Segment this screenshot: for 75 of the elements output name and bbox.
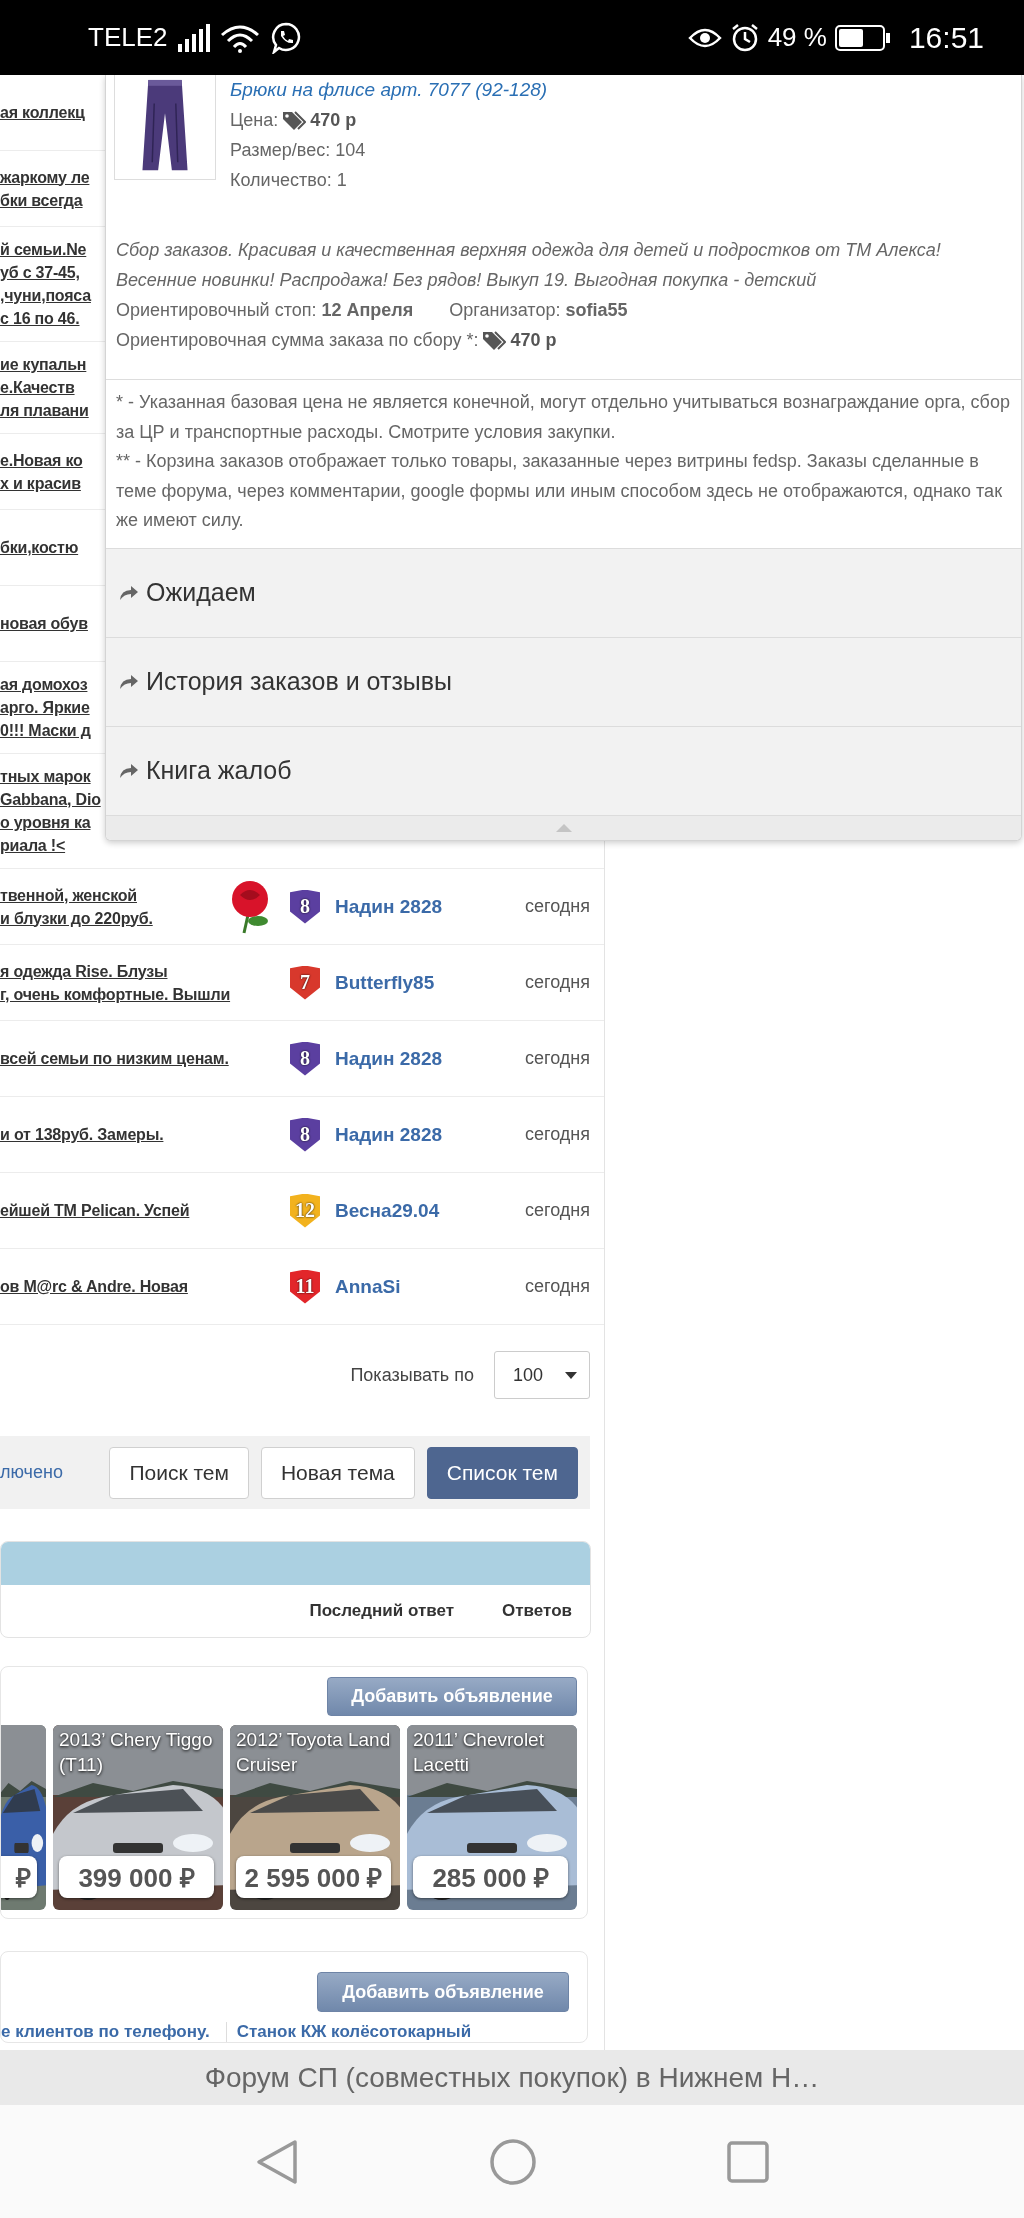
rank-badge: 11 (290, 1269, 320, 1304)
author-link[interactable]: Надин 2828 (335, 1047, 525, 1070)
column-header: Последний ответ (309, 1601, 455, 1621)
battery-icon (834, 24, 891, 51)
toolbar-button[interactable]: Поиск тем (109, 1446, 249, 1499)
topic-link[interactable]: г, очень комфортные. Вышли (0, 982, 290, 1006)
car-title: 2013’ Chery Tiggo (T11) (59, 1728, 214, 1777)
author-link[interactable]: Весна29.04 (335, 1199, 525, 1222)
footnote-text: * - Указанная базовая цена не является конечной, могут отдельно учитываться вознаграждание орга, сбор за ЦР и транспортные расходы. Смотрите условия закупки. (116, 391, 1011, 444)
topic-date: сегодня (525, 1124, 591, 1145)
browser-title: Форум СП (совместных покупок) в Нижнем Н… (0, 2050, 1024, 2105)
price-tag-icon (482, 330, 507, 350)
forward-arrow-icon (120, 674, 138, 689)
price-value: 470 р (310, 109, 357, 132)
rank-badge: 7 (290, 965, 320, 1000)
menu-item[interactable]: История заказов и отзывы (106, 636, 1021, 726)
price-tag: 2 595 000 ₽ (236, 1856, 391, 1898)
price-tag-icon (282, 110, 307, 130)
topic-link[interactable]: и от 138руб. Замеры. (0, 1123, 290, 1146)
column-header: Ответов (502, 1601, 572, 1621)
battery-percent: 49 % (767, 22, 827, 53)
back-icon[interactable] (255, 2137, 299, 2186)
size-text: Размер/вес: 104 (230, 139, 367, 162)
toolbar-button[interactable]: Список тем (426, 1446, 578, 1499)
topic-date: сегодня (525, 1048, 591, 1069)
price-tag: ₽ (1, 1856, 37, 1898)
ad-link[interactable]: е клиентов по телефону. (1, 2022, 226, 2042)
topic-date: сегодня (525, 972, 591, 993)
ad-link[interactable]: Станок КЖ колёсотокарный (225, 2022, 488, 2042)
price-tag: 399 000 ₽ (59, 1856, 214, 1898)
rank-badge: 8 (290, 1117, 320, 1152)
collapse-caret-icon[interactable] (555, 823, 572, 832)
home-icon[interactable] (489, 2137, 537, 2186)
topic-link[interactable]: ейшей TM Pelican. Успей (0, 1199, 290, 1222)
page-size-select[interactable]: 100 (494, 1351, 590, 1399)
topic-link[interactable]: всей семьи по низким ценам. (0, 1047, 290, 1070)
menu-item[interactable]: Ожидаем (106, 547, 1021, 637)
topic-date: сегодня (525, 896, 591, 917)
topic-date: сегодня (525, 1200, 591, 1221)
product-link[interactable]: Брюки на флисе арт. 7077 (92-128) (230, 75, 548, 105)
author-link[interactable]: AnnaSi (335, 1275, 525, 1298)
order-sum-label: Ориентировочная сумма заказа по сбору *: (116, 329, 479, 352)
wifi-icon (219, 22, 260, 53)
rank-badge: 8 (290, 889, 320, 924)
price-tag: 285 000 ₽ (413, 1856, 568, 1898)
car-title: 2012’ Toyota Land Cruiser (236, 1728, 392, 1777)
author-link[interactable]: Надин 2828 (335, 1123, 525, 1146)
status-link[interactable]: лючено (0, 1462, 63, 1483)
forward-arrow-icon (120, 763, 138, 778)
carrier-name: TELE2 (88, 22, 168, 53)
stop-date-text: Ориентировочный стоп: 12 Апреля (116, 299, 414, 322)
clock: 16:51 (908, 20, 984, 55)
author-link[interactable]: Надин 2828 (335, 895, 525, 918)
rank-badge: 8 (290, 1041, 320, 1076)
topic-link[interactable]: я одежда Rise. Блузы (0, 959, 290, 983)
caret-icon (565, 1371, 577, 1379)
topic-date: сегодня (525, 1276, 591, 1297)
menu-item[interactable]: Книга жалоб (106, 725, 1021, 815)
forward-arrow-icon (120, 585, 138, 600)
topic-link[interactable]: и блузки до 220руб. (0, 906, 290, 930)
quantity-text: Количество: 1 (230, 169, 348, 192)
phone-bubble-icon (269, 21, 302, 54)
recents-icon[interactable] (727, 2140, 769, 2183)
topic-link[interactable]: твенной, женской (0, 883, 290, 907)
footnote-text: ** - Корзина заказов отображает только товары, заказанные через витрины fedsp. Заказы сделанные в теме форума, через комментарии, google формы или иным способом здесь не отображаются, однако так же имеют силу. (116, 450, 1003, 532)
order-sum-value: 470 р (510, 329, 557, 352)
author-link[interactable]: Butterfly85 (335, 971, 525, 994)
organizer-text: Организатор: sofia55 (449, 299, 628, 322)
toolbar-button[interactable]: Новая тема (260, 1446, 415, 1499)
car-title: 2011’ Chevrolet Lacetti (413, 1728, 545, 1777)
topic-link[interactable]: ов M@rc & Andre. Новая (0, 1275, 290, 1298)
signal-icon (177, 23, 210, 52)
rank-badge: 12 (290, 1193, 320, 1228)
page-size-label: Показывать по (350, 1364, 474, 1386)
price-label: Цена: (230, 109, 279, 132)
